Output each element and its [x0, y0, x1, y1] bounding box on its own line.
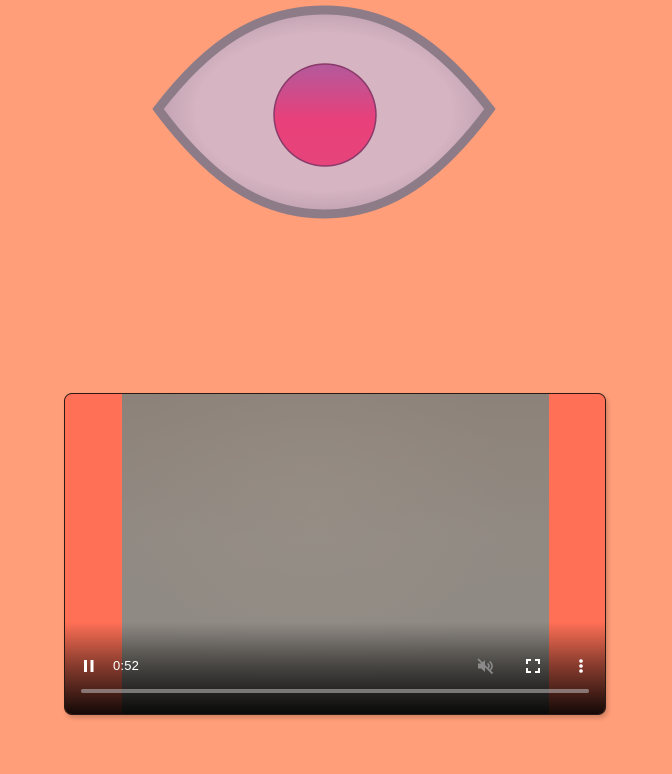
- pause-icon: [84, 660, 94, 672]
- progress-bar[interactable]: [81, 689, 589, 693]
- play-pause-button[interactable]: [77, 654, 101, 678]
- fullscreen-button[interactable]: [521, 654, 545, 678]
- time-display: 0:52: [113, 658, 140, 673]
- more-vert-icon: [579, 659, 583, 673]
- mute-button[interactable]: [473, 654, 497, 678]
- more-options-button[interactable]: [569, 654, 593, 678]
- video-player[interactable]: 0:52: [64, 393, 606, 715]
- volume-muted-icon: [477, 658, 494, 675]
- eye-graphic: [148, 4, 500, 222]
- fullscreen-icon: [526, 659, 540, 673]
- iris: [273, 63, 377, 167]
- eye-icon: [152, 5, 496, 219]
